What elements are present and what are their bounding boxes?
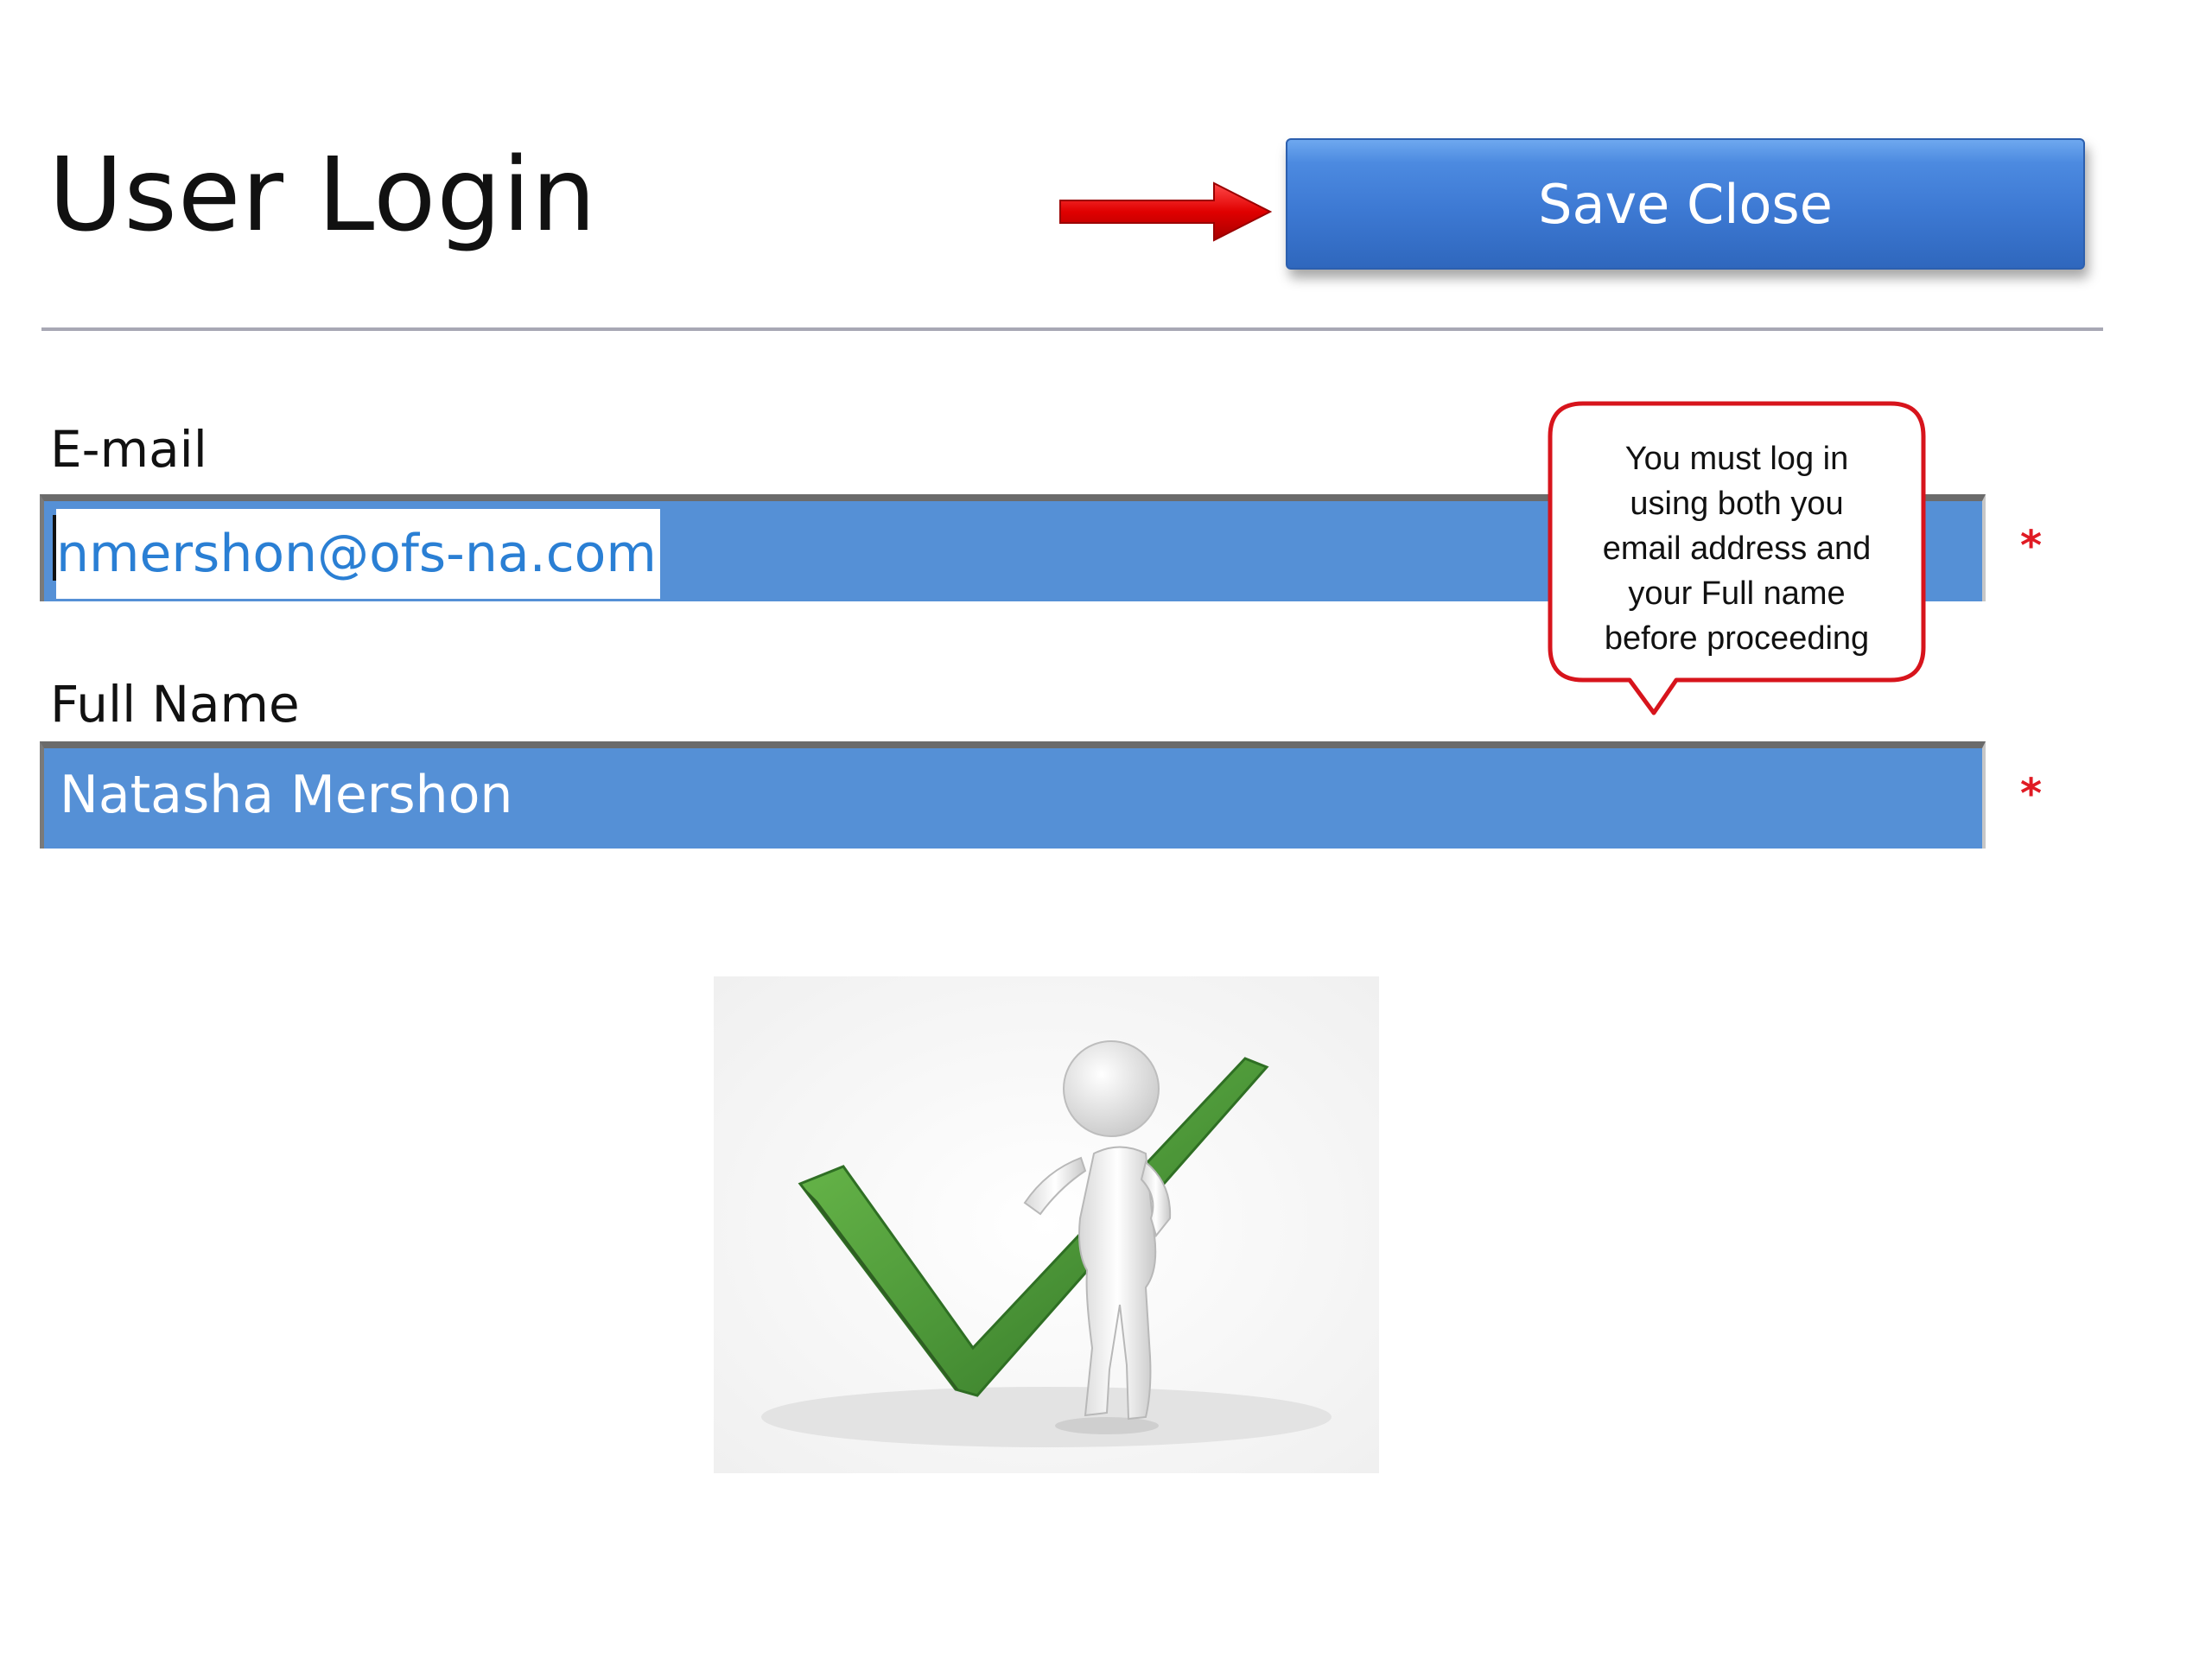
full-name-field[interactable]: Natasha Mershon (40, 741, 1986, 849)
full-name-value: Natasha Mershon (60, 765, 513, 825)
red-arrow-icon (1059, 181, 1273, 242)
full-name-label: Full Name (50, 675, 300, 734)
login-hint-callout: You must log in using both you email add… (1547, 400, 1927, 720)
callout-line: You must log in (1624, 441, 1849, 477)
callout-line: your Full name (1628, 575, 1846, 612)
callout-line: email address and (1602, 531, 1872, 567)
save-close-label: Save Close (1538, 172, 1833, 236)
email-required-marker: * (2020, 522, 2043, 570)
save-close-button[interactable]: Save Close (1286, 138, 2085, 270)
callout-line: using both you (1630, 486, 1844, 522)
page-title: User Login (48, 135, 597, 254)
callout-text: You must log in using both you email add… (1555, 436, 1918, 661)
email-value: nmershon@ofs-na.com (56, 509, 660, 599)
callout-line: before proceeding (1604, 620, 1870, 657)
full-name-required-marker: * (2020, 770, 2043, 818)
checkmark-figure-icon (714, 976, 1379, 1473)
header-divider (41, 327, 2103, 331)
email-label: E-mail (50, 420, 207, 479)
